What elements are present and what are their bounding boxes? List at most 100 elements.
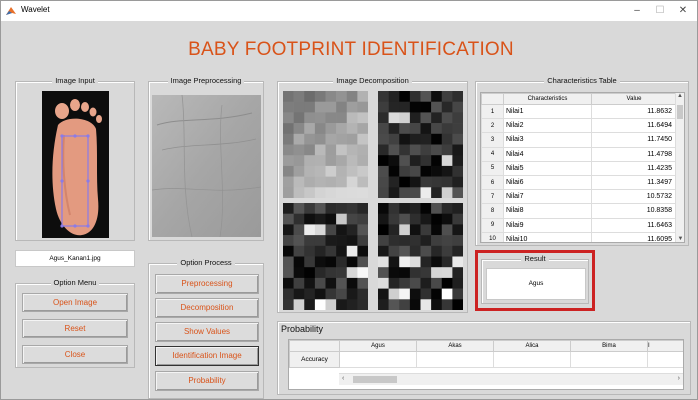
row-value[interactable]: 11.8632 — [591, 103, 677, 120]
option-process-title: Option Process — [177, 258, 235, 267]
table-row[interactable]: 1 Nilai1 11.8632 — [481, 103, 677, 120]
preprocessed-image — [152, 95, 261, 237]
table-row[interactable]: 2 Nilai2 11.6494 — [481, 118, 677, 134]
prob-col-alica[interactable]: Alica — [493, 340, 571, 352]
prob-cell[interactable] — [493, 351, 571, 368]
row-characteristic[interactable]: Nilai5 — [503, 160, 592, 176]
close-button[interactable]: Close — [22, 345, 128, 364]
image-input-title: Image Input — [52, 76, 98, 85]
probability-panel: Probability Agus Akas Alica Bima I Accur… — [277, 321, 691, 395]
scroll-up-icon[interactable]: ▲ — [676, 93, 684, 99]
title-bar: Wavelet – ☐ ✕ — [1, 1, 697, 21]
row-characteristic[interactable]: Nilai9 — [503, 217, 592, 233]
table-row[interactable]: 4 Nilai4 11.4798 — [481, 146, 677, 162]
row-number: 5 — [481, 160, 504, 176]
row-number: 4 — [481, 146, 504, 162]
probability-button[interactable]: Probability — [155, 371, 259, 391]
row-characteristic[interactable]: Nilai4 — [503, 146, 592, 162]
scroll-right-icon[interactable]: › — [678, 375, 680, 382]
prob-col-agus[interactable]: Agus — [339, 340, 417, 352]
row-number: 1 — [481, 103, 504, 120]
close-window-button[interactable]: ✕ — [675, 4, 691, 18]
row-number: 3 — [481, 132, 504, 148]
result-title: Result — [521, 254, 549, 263]
prob-col-akas[interactable]: Akas — [416, 340, 494, 352]
prob-cell[interactable] — [570, 351, 648, 368]
prob-col-next[interactable]: I — [647, 340, 683, 352]
window-title: Wavelet — [21, 5, 50, 14]
scroll-down-icon[interactable]: ▼ — [676, 236, 684, 242]
table-row[interactable]: 8 Nilai8 10.8358 — [481, 203, 677, 219]
open-image-button[interactable]: Open Image — [22, 293, 128, 312]
image-decomposition-title: Image Decomposition — [333, 76, 412, 85]
probability-title: Probability — [281, 324, 324, 334]
row-value[interactable]: 11.6095 — [591, 231, 677, 242]
decomposition-horizontal — [378, 91, 463, 198]
row-value[interactable]: 11.7450 — [591, 132, 677, 148]
row-value[interactable]: 11.4235 — [591, 160, 677, 176]
col-characteristics[interactable]: Characteristics — [503, 93, 592, 105]
table-row[interactable]: 6 Nilai6 11.3497 — [481, 174, 677, 191]
maximize-button[interactable]: ☐ — [652, 4, 668, 18]
probability-table[interactable]: Agus Akas Alica Bima I Accuracy ‹ › — [288, 339, 684, 390]
row-characteristic[interactable]: Nilai10 — [503, 231, 592, 242]
row-number: 2 — [481, 118, 504, 134]
result-panel: Result Agus — [481, 254, 589, 304]
row-characteristic[interactable]: Nilai8 — [503, 203, 592, 219]
row-value[interactable]: 11.4798 — [591, 146, 677, 162]
row-value[interactable]: 10.5732 — [591, 189, 677, 205]
table-row[interactable]: 3 Nilai3 11.7450 — [481, 132, 677, 148]
reset-button[interactable]: Reset — [22, 319, 128, 338]
row-number: 7 — [481, 189, 504, 205]
characteristics-table-title: Characteristics Table — [544, 76, 620, 85]
decomposition-vertical — [283, 203, 368, 310]
identification-image-button[interactable]: Identification Image — [155, 346, 259, 366]
image-input-panel: Image Input — [15, 76, 135, 241]
row-characteristic[interactable]: Nilai3 — [503, 132, 592, 148]
footprint-image — [42, 91, 109, 238]
prob-col-bima[interactable]: Bima — [570, 340, 648, 352]
scroll-thumb[interactable] — [677, 105, 683, 119]
matlab-app-icon — [6, 7, 16, 15]
prob-cell[interactable] — [647, 351, 683, 368]
decomposition-button[interactable]: Decomposition — [155, 298, 259, 318]
row-number: 9 — [481, 217, 504, 233]
show-values-button[interactable]: Show Values — [155, 322, 259, 342]
characteristics-table[interactable]: Characteristics Value 1 Nilai1 11.8632 2 Nil… — [480, 92, 685, 243]
col-value[interactable]: Value — [591, 93, 677, 105]
app-window: Wavelet – ☐ ✕ BABY FOOTPRINT IDENTIFICAT… — [0, 0, 698, 400]
image-preprocessing-title: Image Preprocessing — [167, 76, 245, 85]
characteristics-table-panel: Characteristics Table Characteristics Va… — [475, 76, 689, 246]
prob-cell[interactable] — [339, 351, 417, 368]
image-preprocessing-panel: Image Preprocessing — [148, 76, 264, 241]
page-title: BABY FOOTPRINT IDENTIFICATION — [188, 39, 514, 60]
prob-row-header: Accuracy — [289, 351, 340, 368]
row-characteristic[interactable]: Nilai6 — [503, 174, 592, 191]
row-number: 8 — [481, 203, 504, 219]
horizontal-scrollbar[interactable]: ‹ › — [339, 373, 683, 385]
table-scrollbar[interactable]: ▲ ▼ — [675, 93, 684, 242]
row-value[interactable]: 11.6494 — [591, 118, 677, 134]
row-characteristic[interactable]: Nilai2 — [503, 118, 592, 134]
image-decomposition-panel: Image Decomposition — [277, 76, 468, 313]
row-value[interactable]: 11.3497 — [591, 174, 677, 191]
row-characteristic[interactable]: Nilai7 — [503, 189, 592, 205]
row-number: 10 — [481, 231, 504, 242]
row-characteristic[interactable]: Nilai1 — [503, 103, 592, 120]
table-row[interactable]: 10 Nilai10 11.6095 — [481, 231, 677, 242]
row-value[interactable]: 11.6463 — [591, 217, 677, 233]
h-scroll-thumb[interactable] — [353, 376, 397, 383]
table-row[interactable]: 5 Nilai5 11.4235 — [481, 160, 677, 176]
scroll-left-icon[interactable]: ‹ — [342, 375, 344, 382]
row-value[interactable]: 10.8358 — [591, 203, 677, 219]
option-process-panel: Option Process Preprocessing Decompositi… — [148, 258, 264, 399]
option-menu-title: Option Menu — [50, 278, 100, 287]
minimize-button[interactable]: – — [629, 4, 645, 18]
option-menu-panel: Option Menu Open Image Reset Close — [15, 278, 135, 368]
prob-cell[interactable] — [416, 351, 494, 368]
preprocessing-button[interactable]: Preprocessing — [155, 274, 259, 294]
decomposition-approximation — [283, 91, 368, 198]
table-row[interactable]: 9 Nilai9 11.6463 — [481, 217, 677, 233]
table-row[interactable]: 7 Nilai7 10.5732 — [481, 189, 677, 205]
decomposition-diagonal — [378, 203, 463, 310]
